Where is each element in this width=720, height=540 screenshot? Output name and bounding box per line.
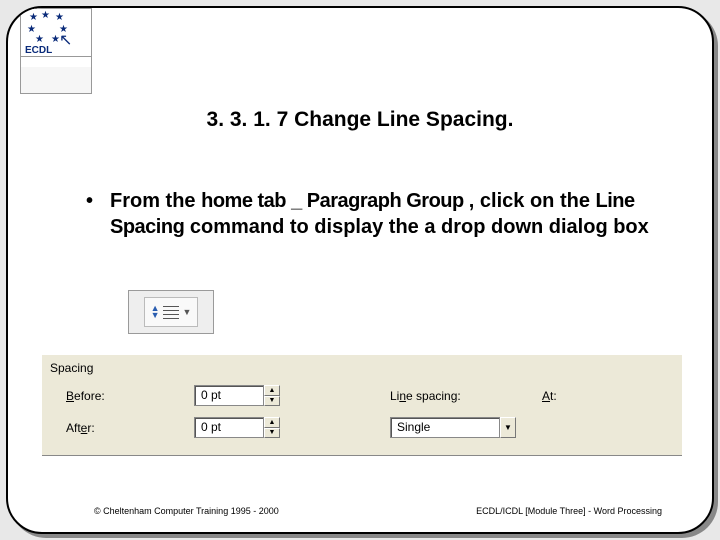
after-field-wrap: 0 pt ▲ ▼ bbox=[194, 417, 280, 438]
chevron-down-icon: ▼ bbox=[183, 307, 192, 317]
line-spacing-label: Line spacing: bbox=[390, 389, 461, 403]
logo-text: ECDL bbox=[21, 45, 91, 56]
body-bold-1: home tab _ Paragraph Group bbox=[201, 190, 469, 212]
line-spacing-button-inner: ▲▼ ▼ bbox=[144, 297, 198, 327]
panel-section-label: Spacing bbox=[50, 361, 93, 375]
footer-copyright: © Cheltenham Computer Training 1995 - 20… bbox=[94, 506, 279, 516]
spacing-before-input[interactable]: 0 pt bbox=[194, 385, 264, 406]
line-spacing-select[interactable]: Single bbox=[390, 417, 500, 438]
at-label: At: bbox=[542, 389, 557, 403]
line-spacing-dropdown-button[interactable]: ▼ bbox=[500, 417, 516, 438]
line-spacing-icon: ▲▼ bbox=[151, 305, 179, 319]
ecdl-logo: ★ ★ ★ ★ ★ ★ ★ ↖ ECDL bbox=[20, 8, 92, 94]
line-spacing-ribbon-button[interactable]: ▲▼ ▼ bbox=[128, 290, 214, 334]
before-label: Before: bbox=[66, 389, 105, 403]
before-spinner[interactable]: ▲ ▼ bbox=[264, 385, 280, 406]
after-spinner[interactable]: ▲ ▼ bbox=[264, 417, 280, 438]
logo-caption bbox=[21, 56, 91, 67]
slide-title: 3. 3. 1. 7 Change Line Spacing. bbox=[8, 108, 712, 132]
body-text-3: command to display the a drop down dialo… bbox=[184, 216, 648, 238]
chevron-up-icon[interactable]: ▲ bbox=[264, 385, 280, 396]
spacing-after-input[interactable]: 0 pt bbox=[194, 417, 264, 438]
cursor-icon: ↖ bbox=[59, 33, 72, 49]
body-paragraph: • From the home tab _ Paragraph Group , … bbox=[86, 188, 656, 240]
body-text-2: , click on the bbox=[469, 190, 596, 212]
line-spacing-field-wrap: Single ▼ bbox=[390, 417, 516, 438]
body-text-1: From the bbox=[110, 190, 201, 212]
after-label: After: bbox=[66, 421, 95, 435]
slide-frame: ★ ★ ★ ★ ★ ★ ★ ↖ ECDL 3. 3. 1. 7 Change L… bbox=[6, 6, 714, 534]
before-field-wrap: 0 pt ▲ ▼ bbox=[194, 385, 280, 406]
chevron-down-icon[interactable]: ▼ bbox=[264, 396, 280, 407]
chevron-down-icon[interactable]: ▼ bbox=[264, 428, 280, 439]
footer-module: ECDL/ICDL [Module Three] - Word Processi… bbox=[476, 506, 662, 516]
bullet-icon: • bbox=[86, 188, 110, 240]
logo-stars: ★ ★ ★ ★ ★ ★ ★ ↖ bbox=[21, 9, 91, 45]
chevron-up-icon[interactable]: ▲ bbox=[264, 417, 280, 428]
paragraph-spacing-panel: Spacing Before: 0 pt ▲ ▼ After: 0 pt ▲ ▼… bbox=[42, 354, 682, 456]
